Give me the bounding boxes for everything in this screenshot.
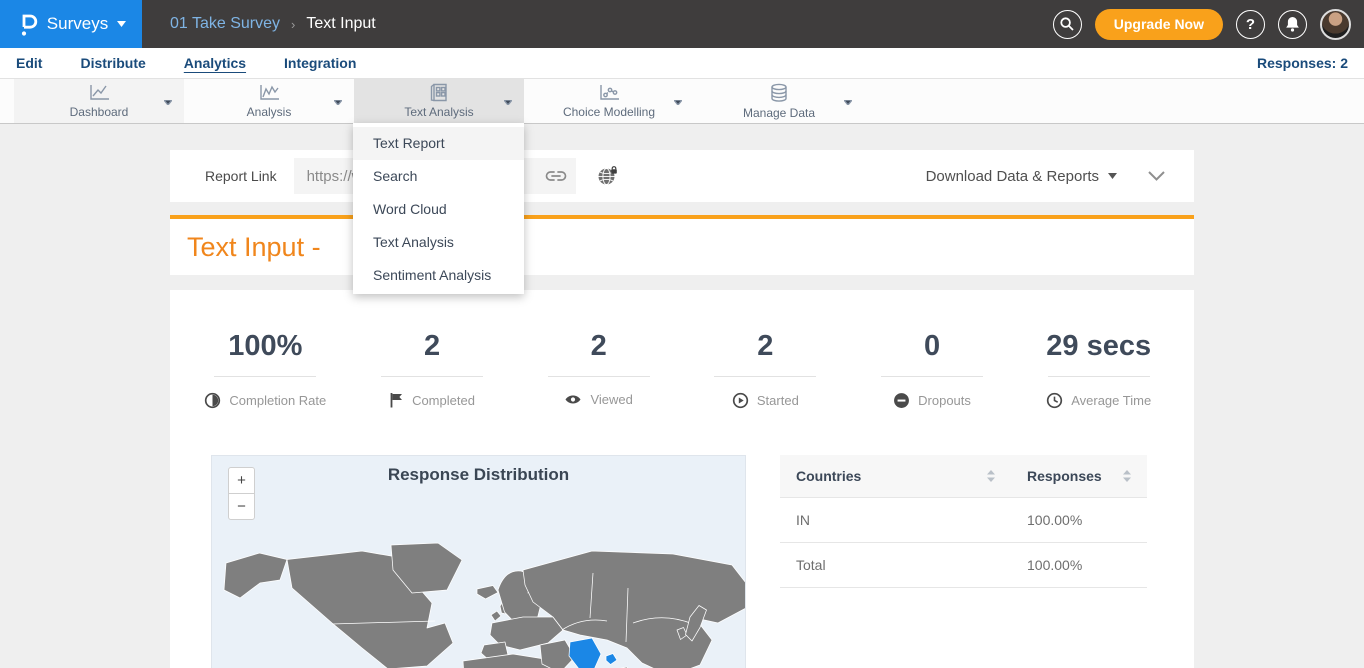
stat-viewed: 2 Viewed xyxy=(515,330,682,409)
notifications-button[interactable] xyxy=(1278,10,1307,39)
flag-icon xyxy=(389,392,404,408)
world-map-panel: Response Distribution + − xyxy=(211,455,746,668)
menu-item-sentiment-analysis[interactable]: Sentiment Analysis xyxy=(353,259,524,292)
clock-icon xyxy=(1046,392,1063,409)
map-zoom-in-button[interactable]: + xyxy=(228,467,255,494)
top-actions: Upgrade Now ? xyxy=(1053,9,1364,40)
survey-nav: Edit Distribute Analytics Integration Re… xyxy=(0,48,1364,78)
nav-item-integration[interactable]: Integration xyxy=(284,55,356,71)
column-header-countries[interactable]: Countries xyxy=(780,455,1011,498)
map-zoom-out-button[interactable]: − xyxy=(228,493,255,520)
breadcrumb-survey-name[interactable]: 01 Take Survey xyxy=(170,15,280,33)
link-icon xyxy=(545,170,567,182)
stat-completion-rate: 100% Completion Rate xyxy=(182,330,349,409)
bell-icon xyxy=(1285,16,1300,32)
stat-started: 2 Started xyxy=(682,330,849,409)
map-title: Response Distribution xyxy=(212,465,745,485)
map-zoom-controls: + − xyxy=(228,467,255,520)
product-switcher[interactable]: Surveys xyxy=(0,0,142,48)
country-cell: IN xyxy=(780,498,1011,543)
chevron-down-icon xyxy=(844,92,852,110)
chevron-down-icon xyxy=(164,92,172,110)
tab-analysis[interactable]: Analysis xyxy=(184,79,354,123)
question-title-card: Text Input - xyxy=(170,215,1194,275)
breadcrumb: 01 Take Survey › Text Input xyxy=(170,15,376,33)
sort-icon xyxy=(1123,470,1131,482)
sort-icon xyxy=(987,470,995,482)
nav-item-analytics[interactable]: Analytics xyxy=(184,55,246,71)
chevron-down-icon xyxy=(1148,171,1165,181)
report-visibility-button[interactable] xyxy=(597,166,619,186)
report-link-bar: Report Link xyxy=(170,150,1194,202)
app-window: Surveys 01 Take Survey › Text Input Upgr… xyxy=(0,0,1364,668)
copy-link-button[interactable] xyxy=(545,170,567,182)
database-icon xyxy=(766,83,792,103)
column-header-responses[interactable]: Responses xyxy=(1011,455,1147,498)
question-mark-icon: ? xyxy=(1246,16,1255,33)
download-data-reports-menu[interactable]: Download Data & Reports xyxy=(926,168,1099,185)
chevron-down-icon[interactable] xyxy=(1108,173,1117,179)
countries-table: Countries Responses xyxy=(780,455,1147,588)
world-map[interactable] xyxy=(212,542,746,668)
chevron-down-icon xyxy=(504,92,512,110)
countries-table-panel: Countries Responses xyxy=(780,455,1147,668)
responses-cell: 100.00% xyxy=(1011,543,1147,588)
breadcrumb-page-name: Text Input xyxy=(306,15,375,33)
completion-rate-icon xyxy=(204,392,221,409)
nav-item-distribute[interactable]: Distribute xyxy=(80,55,145,71)
trend-chart-icon xyxy=(256,83,282,102)
user-avatar[interactable] xyxy=(1320,9,1351,40)
scatter-chart-icon xyxy=(596,83,622,102)
breadcrumb-separator: › xyxy=(291,17,295,32)
menu-item-text-analysis[interactable]: Text Analysis xyxy=(353,226,524,259)
responses-cell: 100.00% xyxy=(1011,498,1147,543)
tab-dashboard[interactable]: Dashboard xyxy=(14,79,184,123)
search-icon xyxy=(1059,16,1075,32)
play-circle-icon xyxy=(732,392,749,409)
content-area: Report Link xyxy=(170,150,1194,668)
analytics-tab-bar: Dashboard Analysis Text Analysis Ch xyxy=(0,78,1364,124)
chevron-down-icon xyxy=(334,92,342,110)
tab-manage-data[interactable]: Manage Data xyxy=(694,79,864,123)
product-name: Surveys xyxy=(47,14,108,34)
country-cell: Total xyxy=(780,543,1011,588)
line-chart-icon xyxy=(86,83,112,102)
search-button[interactable] xyxy=(1053,10,1082,39)
nav-item-edit[interactable]: Edit xyxy=(16,55,42,71)
globe-lock-icon xyxy=(597,166,619,186)
report-bar-right: Download Data & Reports xyxy=(926,168,1194,185)
analytics-card: 100% Completion Rate 2 xyxy=(170,290,1194,668)
table-row: IN 100.00% xyxy=(780,498,1147,543)
menu-item-word-cloud[interactable]: Word Cloud xyxy=(353,193,524,226)
upgrade-now-button[interactable]: Upgrade Now xyxy=(1095,9,1223,40)
chevron-down-icon xyxy=(117,21,126,27)
questionpro-logo-icon xyxy=(16,12,38,37)
report-grid-icon xyxy=(426,83,452,102)
response-distribution-section: Response Distribution + − xyxy=(170,455,1194,668)
table-row: Total 100.00% xyxy=(780,543,1147,588)
report-link-label: Report Link xyxy=(205,168,277,184)
responses-count: Responses: 2 xyxy=(1257,55,1348,71)
question-title: Text Input - xyxy=(187,232,321,263)
stat-completed: 2 Completed xyxy=(349,330,516,409)
minus-circle-icon xyxy=(893,392,910,409)
chevron-down-icon xyxy=(674,92,682,110)
menu-item-text-report[interactable]: Text Report xyxy=(353,127,524,160)
tab-text-analysis[interactable]: Text Analysis xyxy=(354,79,524,123)
help-button[interactable]: ? xyxy=(1236,10,1265,39)
menu-item-search[interactable]: Search xyxy=(353,160,524,193)
stat-average-time: 29 secs Average Time xyxy=(1015,330,1182,409)
map-country-india[interactable] xyxy=(569,638,617,668)
stats-row: 100% Completion Rate 2 xyxy=(170,330,1194,409)
top-bar: Surveys 01 Take Survey › Text Input Upgr… xyxy=(0,0,1364,48)
text-analysis-dropdown-menu: Text Report Search Word Cloud Text Analy… xyxy=(353,123,524,294)
eye-icon xyxy=(564,393,582,406)
stat-dropouts: 0 Dropouts xyxy=(849,330,1016,409)
tab-choice-modelling[interactable]: Choice Modelling xyxy=(524,79,694,123)
collapse-panel-button[interactable] xyxy=(1148,171,1165,181)
